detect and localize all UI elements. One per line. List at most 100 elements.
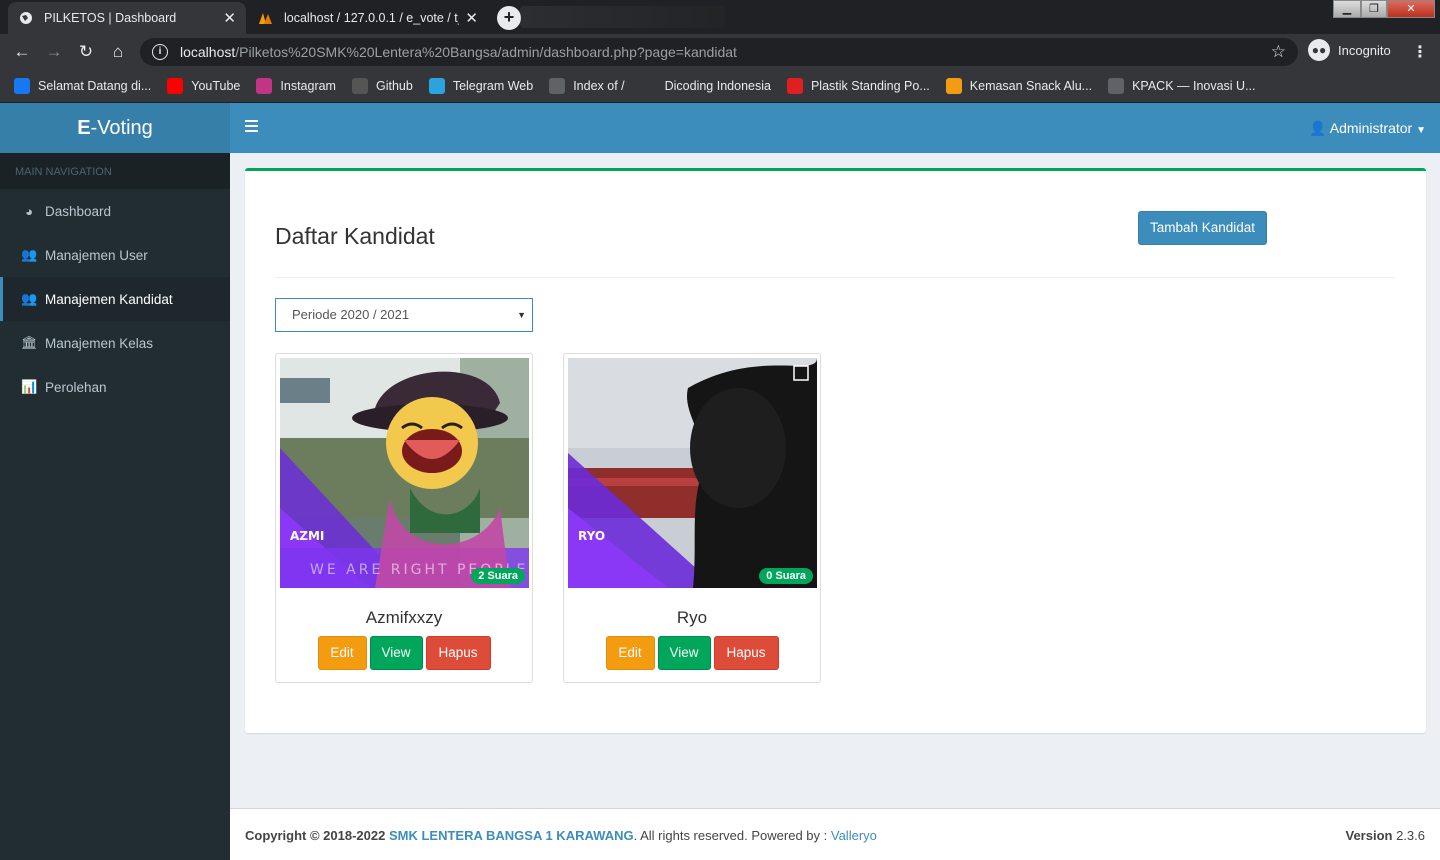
footer-copyright: Copyright © 2018-2022 SMK LENTERA BANGSA…	[245, 828, 877, 843]
version-label: Version	[1345, 828, 1393, 843]
close-tab-icon[interactable]: ✕	[465, 9, 478, 27]
add-candidate-button[interactable]: Tambah Kandidat	[1138, 211, 1267, 245]
sidebar-item-label: Manajemen Kandidat	[45, 291, 173, 307]
rights-text: . All rights reserved. Powered by :	[633, 828, 828, 843]
version-value: 2.3.6	[1396, 828, 1425, 843]
dicoding-icon	[640, 78, 657, 94]
period-select[interactable]: Periode 2020 / 2021 ▼	[275, 298, 533, 332]
facebook-icon	[14, 78, 30, 94]
candidate-photo[interactable]: RYO 0 Suara	[568, 358, 817, 588]
back-icon[interactable]: ←	[12, 42, 32, 62]
institution-icon: 🏛	[21, 335, 38, 350]
k-icon	[945, 78, 962, 94]
caret-down-icon: ▼	[517, 310, 526, 320]
sidebar-toggle-icon[interactable]	[245, 120, 258, 135]
forward-icon[interactable]: →	[44, 42, 64, 62]
bookmark-label: Telegram Web	[452, 79, 534, 93]
vote-count-badge: 0 Suara	[759, 568, 813, 584]
view-button[interactable]: View	[369, 636, 423, 670]
instagram-icon	[256, 78, 273, 94]
incognito-indicator[interactable]: ●● Incognito	[1308, 39, 1391, 61]
candidate-photo[interactable]: AZMI WE ARE RIGHT PEOPLE 2 Suara	[280, 358, 529, 588]
divider	[275, 277, 1395, 278]
bookmark-item[interactable]: Kemasan Snack Alu...	[945, 78, 1093, 94]
minimize-button[interactable]: ▁	[1333, 0, 1361, 18]
candidate-actions: Edit View Hapus	[276, 636, 532, 670]
users-icon: 👥	[21, 291, 38, 306]
candidate-card: AZMI WE ARE RIGHT PEOPLE 2 Suara Azmifxx…	[275, 353, 533, 683]
sidebar-item-label: Manajemen User	[45, 247, 148, 263]
reload-icon[interactable]: ↻	[76, 42, 96, 62]
users-icon: 👥	[21, 247, 38, 262]
youtube-icon	[167, 78, 184, 94]
url-host: localhost	[180, 44, 236, 60]
candidate-box: Daftar Kandidat Tambah Kandidat Periode …	[245, 168, 1426, 733]
candidate-card: RYO 0 Suara Ryo Edit View Hapus	[563, 353, 821, 683]
bookmark-label: Kemasan Snack Alu...	[969, 79, 1093, 93]
bookmark-item[interactable]: Github	[351, 78, 413, 94]
content-wrapper: Daftar Kandidat Tambah Kandidat Periode …	[230, 153, 1440, 808]
sidebar-item-manajemen-kelas[interactable]: 🏛 Manajemen Kelas	[0, 321, 230, 365]
bookmark-item[interactable]: Index of /	[549, 78, 625, 94]
maximize-button[interactable]: ❐	[1361, 0, 1387, 18]
sidebar-item-manajemen-kandidat[interactable]: 👥 Manajemen Kandidat	[0, 277, 230, 321]
sidebar: E-Voting MAIN NAVIGATION ◕ Dashboard 👥 Mana…	[0, 103, 230, 860]
dashboard-icon: ◕	[25, 203, 33, 219]
edit-button[interactable]: Edit	[605, 636, 655, 670]
photo-caption: RYO	[578, 529, 605, 543]
bookmark-label: Dicoding Indonesia	[664, 79, 771, 93]
close-tab-icon[interactable]: ✕	[223, 9, 236, 27]
bookmark-item[interactable]: YouTube	[167, 78, 240, 94]
brand-bold: E	[77, 117, 91, 139]
footer: Copyright © 2018-2022 SMK LENTERA BANGSA…	[230, 808, 1440, 860]
view-button[interactable]: View	[657, 636, 711, 670]
vote-count-badge: 2 Suara	[471, 568, 525, 584]
bookmark-item[interactable]: Dicoding Indonesia	[640, 78, 771, 94]
sidebar-item-dashboard[interactable]: ◕ Dashboard	[0, 189, 230, 233]
delete-button[interactable]: Hapus	[425, 636, 491, 670]
candidate-name: Ryo	[676, 608, 708, 627]
brand-rest: -Voting	[90, 117, 153, 139]
copyright-text: Copyright © 2018-2022	[245, 828, 386, 843]
site-info-icon[interactable]: i	[152, 44, 168, 60]
bookmark-label: YouTube	[191, 79, 241, 93]
tab-phpmyadmin[interactable]: localhost / 127.0.0.1 / e_vote / t_ ✕	[248, 2, 488, 34]
photo-caption: AZMI	[290, 529, 324, 543]
bookmark-star-icon[interactable]: ☆	[1271, 42, 1286, 62]
top-navbar: 👤 Administrator ▼	[230, 103, 1440, 153]
bookmark-label: Selamat Datang di...	[38, 79, 152, 93]
home-icon[interactable]: ⌂	[108, 42, 128, 62]
sidebar-item-manajemen-user[interactable]: 👥 Manajemen User	[0, 233, 230, 277]
bookmark-item[interactable]: Plastik Standing Po...	[786, 78, 930, 94]
powered-by-link[interactable]: Valleryo	[831, 828, 877, 843]
nav-header: MAIN NAVIGATION	[0, 153, 230, 189]
bookmarks-bar: Selamat Datang di... YouTube Instagram Gith…	[0, 70, 1440, 103]
bookmark-item[interactable]: Instagram	[256, 78, 336, 94]
browser-toolbar: ← → ↻ ⌂ i localhost/Pilketos%20SMK%20Len…	[0, 34, 1440, 70]
bookmark-item[interactable]: Selamat Datang di...	[14, 78, 151, 94]
bookmark-item[interactable]: KPACK — Inovasi U...	[1108, 78, 1256, 94]
sidebar-item-label: Perolehan	[45, 379, 107, 395]
new-tab-button[interactable]: +	[497, 6, 521, 30]
brand-logo[interactable]: E-Voting	[0, 103, 230, 153]
user-menu[interactable]: 👤 Administrator ▼	[1309, 120, 1426, 137]
telegram-icon	[428, 78, 445, 94]
globe-icon	[549, 78, 566, 94]
sidebar-item-perolehan[interactable]: 📊 Perolehan	[0, 365, 230, 409]
school-link[interactable]: SMK LENTERA BANGSA 1 KARAWANG	[389, 828, 634, 843]
bookmark-label: Instagram	[280, 79, 336, 93]
tab-title: localhost / 127.0.0.1 / e_vote / t_	[284, 11, 459, 25]
edit-button[interactable]: Edit	[317, 636, 367, 670]
page-title: Daftar Kandidat	[275, 223, 435, 249]
bookmark-item[interactable]: Telegram Web	[428, 78, 534, 94]
sidebar-item-label: Dashboard	[45, 203, 112, 219]
tab-pilketos-dashboard[interactable]: PILKETOS | Dashboard ✕	[8, 2, 246, 34]
window-close-button[interactable]: ✕	[1387, 0, 1435, 18]
url-path: /Pilketos%20SMK%20Lentera%20Bangsa/admin…	[235, 44, 737, 60]
browser-tab-strip: PILKETOS | Dashboard ✕ localhost / 127.0…	[0, 0, 1440, 34]
candidate-actions: Edit View Hapus	[564, 636, 820, 670]
user-menu-label: Administrator	[1329, 120, 1413, 136]
address-bar[interactable]: i localhost/Pilketos%20SMK%20Lentera%20B…	[140, 38, 1298, 66]
browser-menu-icon[interactable]: ⋮	[1412, 42, 1428, 62]
delete-button[interactable]: Hapus	[713, 636, 779, 670]
